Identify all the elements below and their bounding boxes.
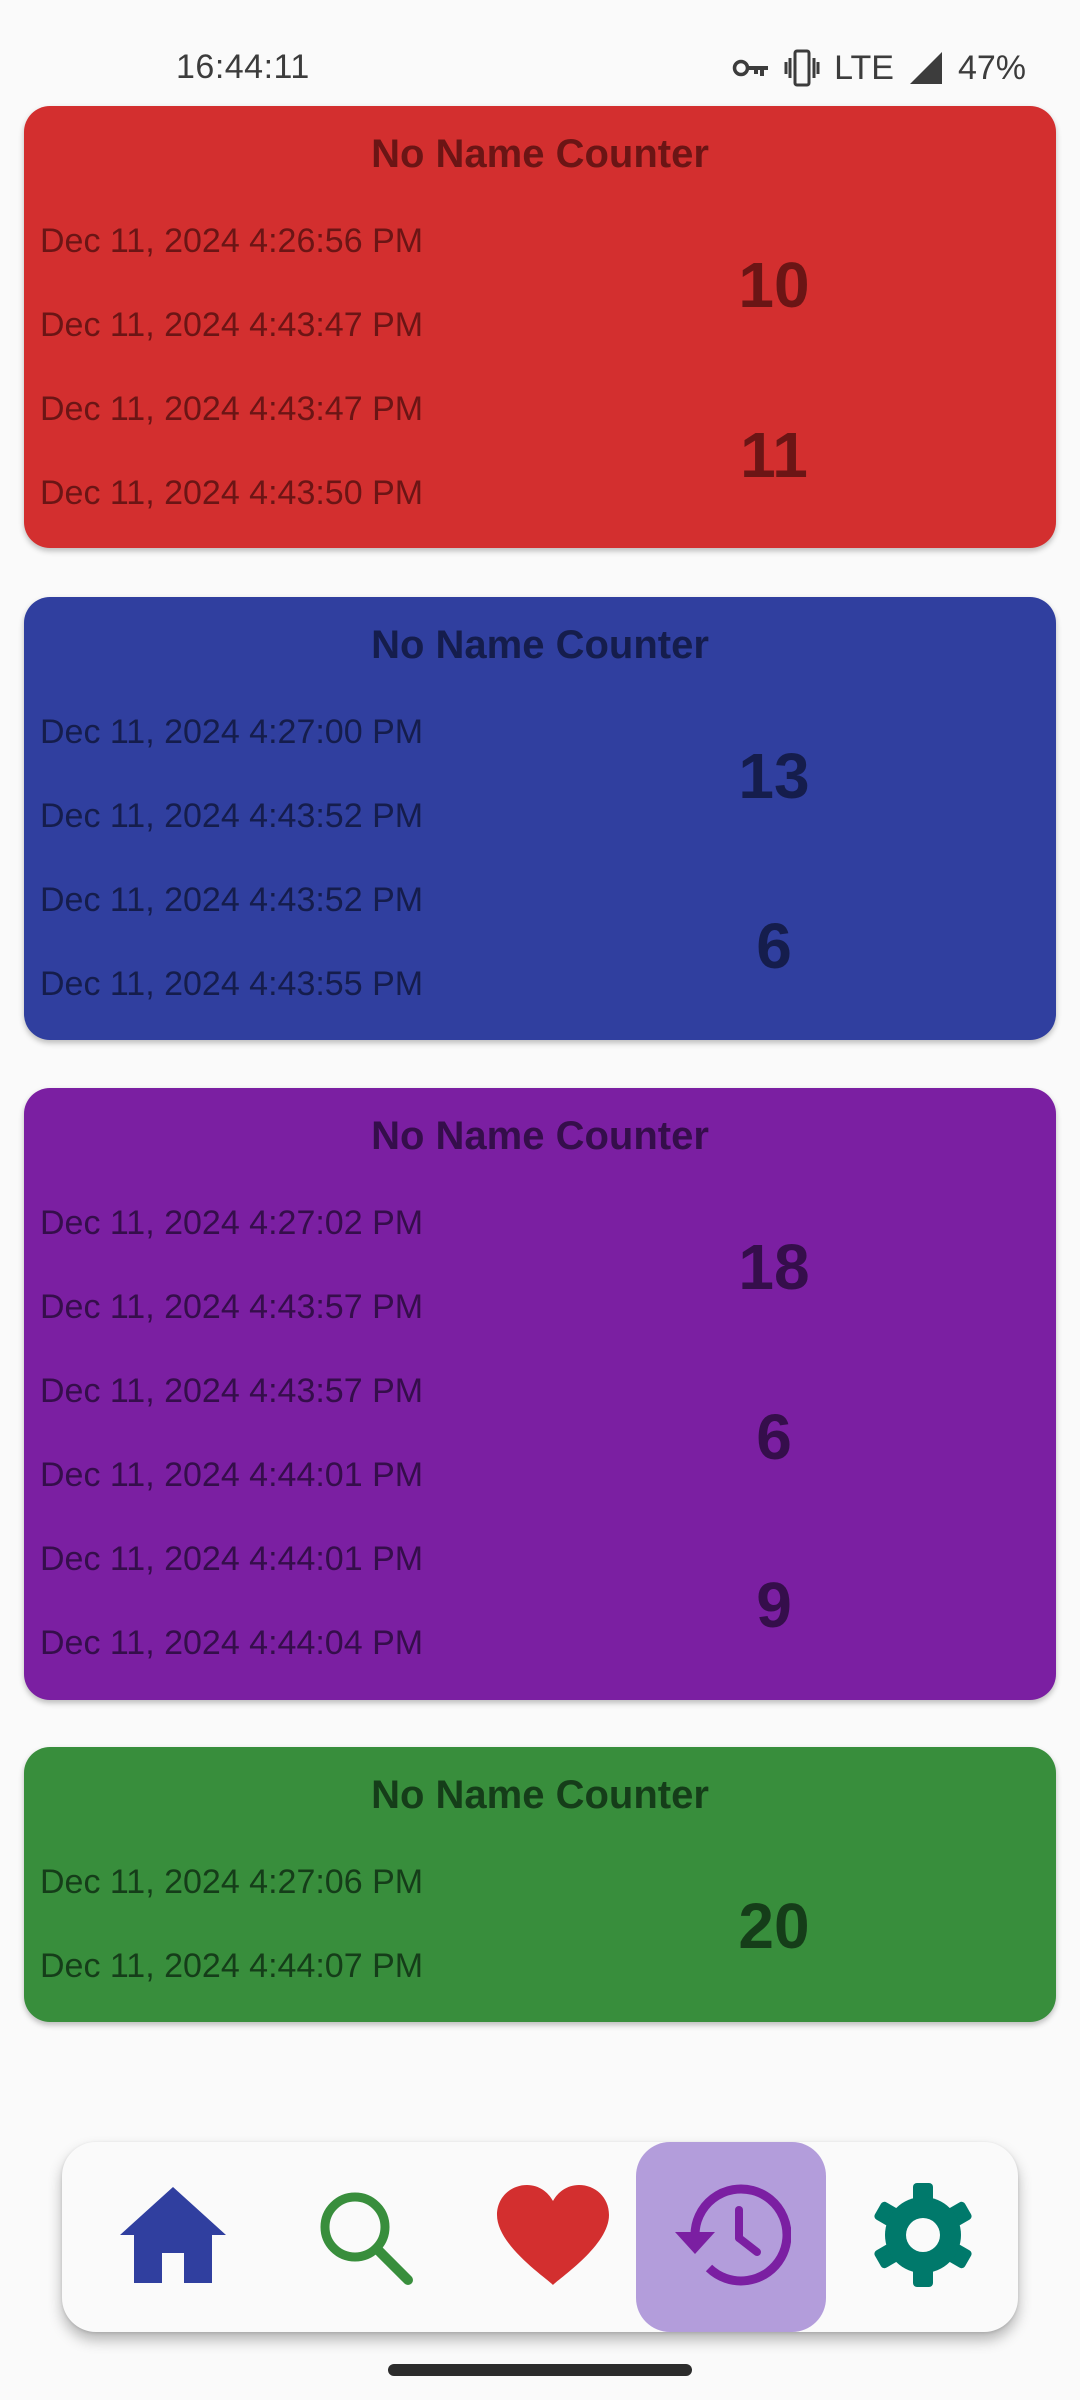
counter-card[interactable]: No Name Counter Dec 11, 2024 4:26:56 PM …	[24, 106, 1056, 548]
nav-settings[interactable]	[828, 2142, 1018, 2332]
timestamp: Dec 11, 2024 4:27:02 PM	[40, 1204, 424, 1242]
timestamp: Dec 11, 2024 4:43:47 PM	[40, 306, 424, 344]
card-title: No Name Counter	[371, 132, 709, 176]
count-value: 11	[740, 419, 808, 491]
nav-home[interactable]	[78, 2142, 268, 2332]
timestamp: Dec 11, 2024 4:27:00 PM	[40, 713, 424, 751]
nav-search[interactable]	[268, 2142, 458, 2332]
vpn-key-icon	[732, 56, 770, 80]
home-indicator[interactable]	[388, 2364, 692, 2376]
counter-card[interactable]: No Name Counter Dec 11, 2024 4:27:02 PM …	[24, 1088, 1056, 1700]
history-icon	[671, 2180, 792, 2295]
count-value: 13	[738, 740, 810, 812]
heart-icon	[495, 2183, 611, 2292]
timestamp: Dec 11, 2024 4:44:01 PM	[40, 1540, 424, 1578]
network-type: LTE	[834, 48, 894, 87]
timestamp: Dec 11, 2024 4:43:47 PM	[40, 390, 424, 428]
count-value: 18	[738, 1231, 810, 1303]
count-value: 20	[738, 1890, 810, 1962]
timestamp: Dec 11, 2024 4:44:01 PM	[40, 1456, 424, 1494]
card-title: No Name Counter	[371, 1773, 709, 1817]
timestamp: Dec 11, 2024 4:44:07 PM	[40, 1947, 424, 1985]
timestamp: Dec 11, 2024 4:43:55 PM	[40, 965, 424, 1003]
vibrate-icon	[784, 49, 820, 87]
card-title: No Name Counter	[371, 1114, 709, 1158]
counter-card[interactable]: No Name Counter Dec 11, 2024 4:27:06 PM …	[24, 1747, 1056, 2022]
signal-icon	[908, 50, 944, 86]
card-title: No Name Counter	[371, 623, 709, 667]
timestamp: Dec 11, 2024 4:27:06 PM	[40, 1863, 424, 1901]
timestamp: Dec 11, 2024 4:43:50 PM	[40, 474, 424, 512]
status-time: 16:44:11	[176, 48, 310, 86]
timestamp: Dec 11, 2024 4:43:57 PM	[40, 1372, 424, 1410]
bottom-navigation	[62, 2142, 1018, 2332]
status-bar: 16:44:11 LTE 47%	[0, 0, 1080, 100]
search-icon	[313, 2185, 413, 2290]
timestamp: Dec 11, 2024 4:43:57 PM	[40, 1288, 424, 1326]
timestamp: Dec 11, 2024 4:44:04 PM	[40, 1624, 424, 1662]
settings-icon	[867, 2179, 979, 2296]
nav-favorites[interactable]	[458, 2142, 648, 2332]
timestamp: Dec 11, 2024 4:43:52 PM	[40, 797, 424, 835]
count-value: 6	[756, 910, 792, 982]
count-value: 6	[756, 1401, 792, 1473]
home-icon	[118, 2185, 228, 2290]
count-value: 10	[738, 249, 810, 321]
timestamp: Dec 11, 2024 4:26:56 PM	[40, 222, 424, 260]
status-icons: LTE 47%	[732, 46, 1026, 90]
count-value: 9	[756, 1569, 792, 1641]
counter-card[interactable]: No Name Counter Dec 11, 2024 4:27:00 PM …	[24, 597, 1056, 1040]
nav-history[interactable]	[636, 2142, 826, 2332]
battery-percent: 47%	[957, 48, 1026, 87]
timestamp: Dec 11, 2024 4:43:52 PM	[40, 881, 424, 919]
